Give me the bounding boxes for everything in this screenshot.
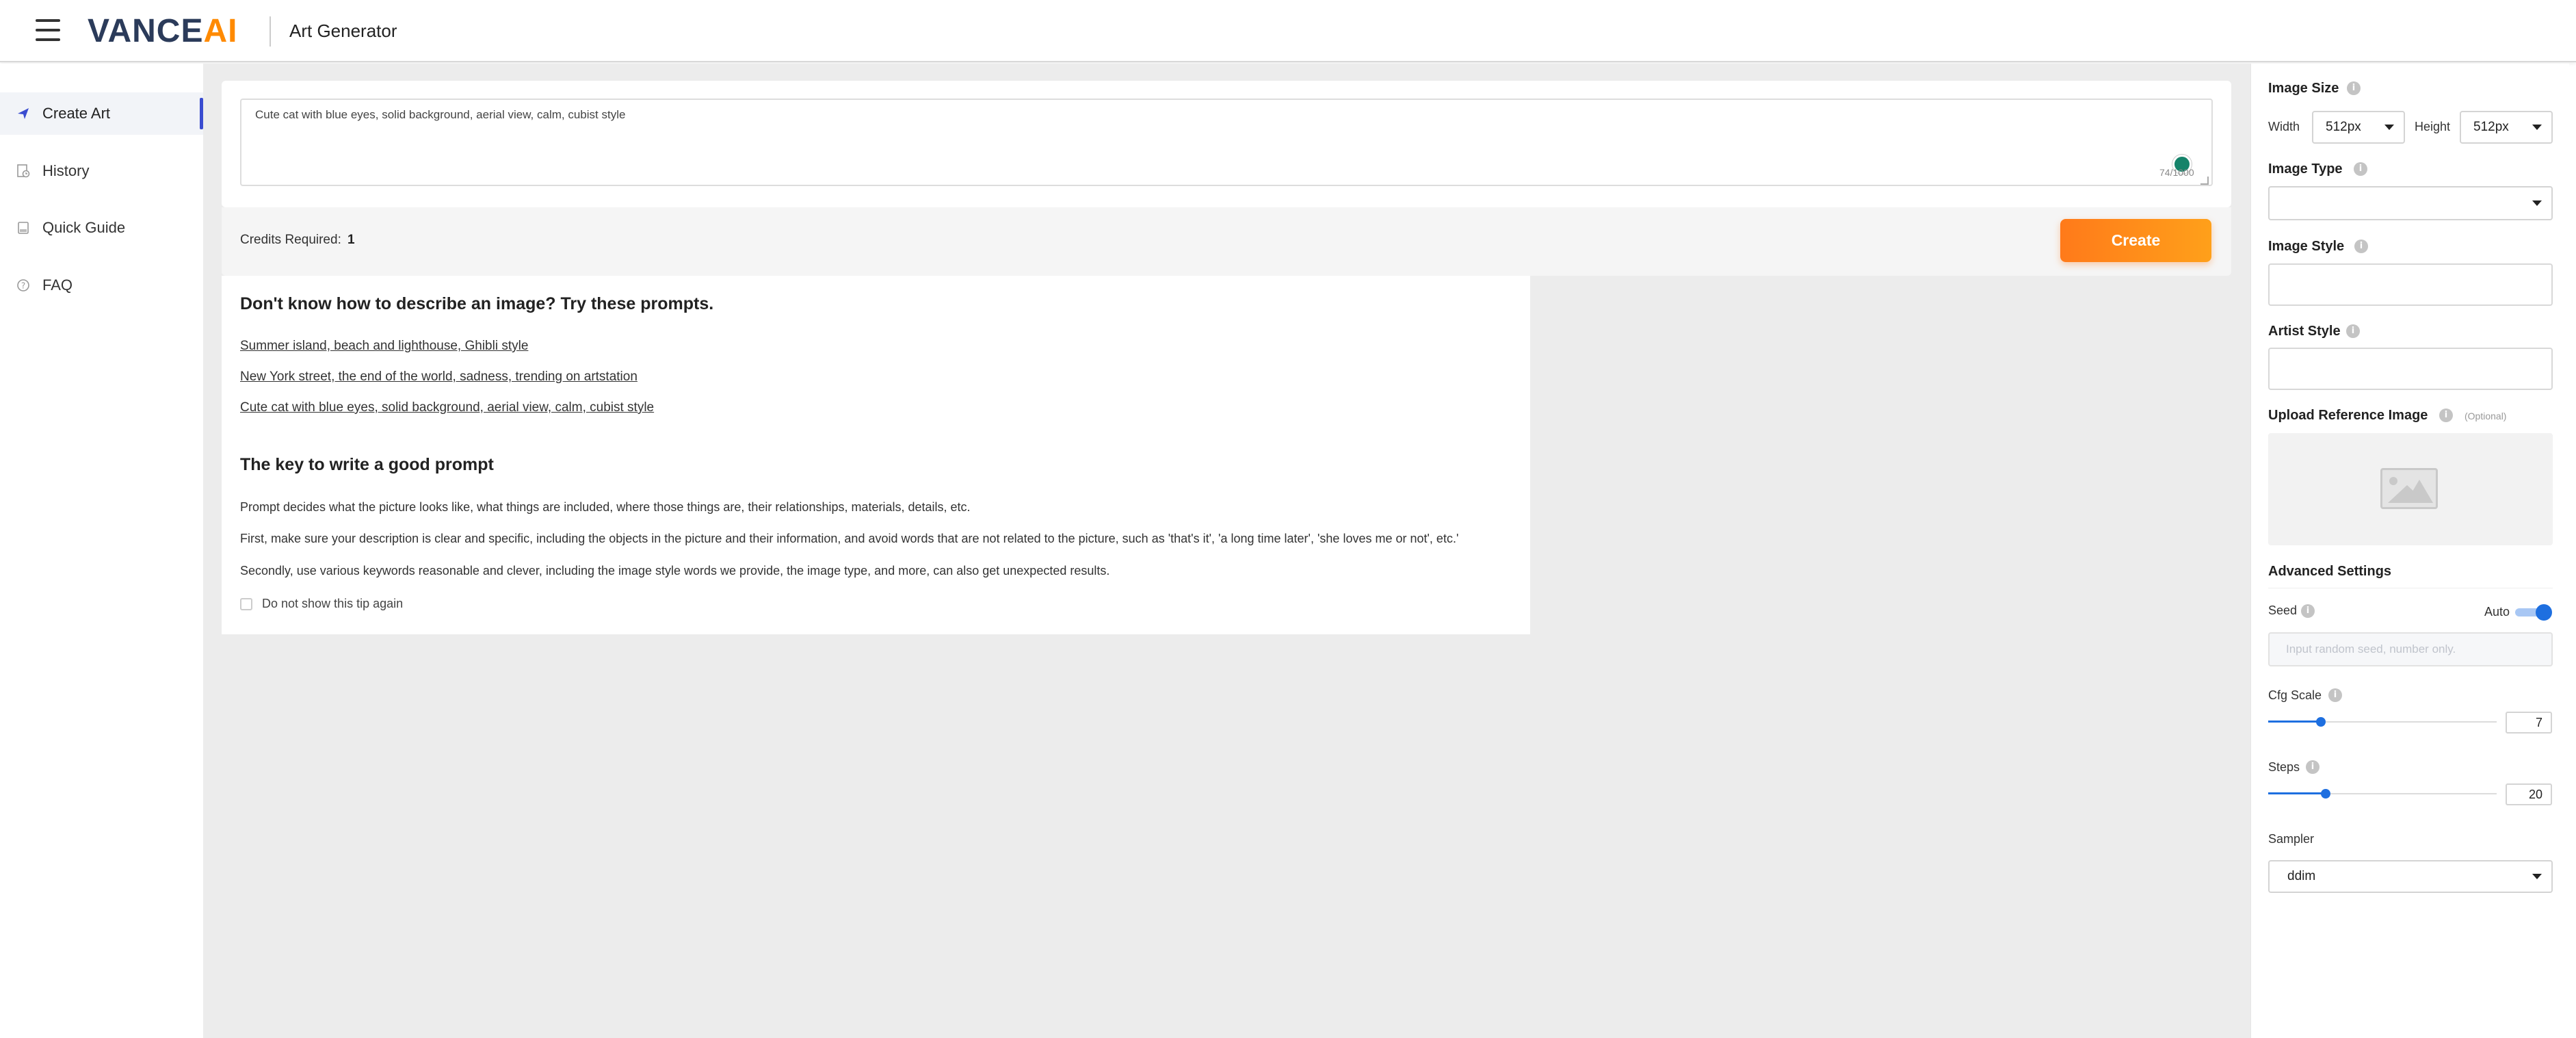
menu-icon[interactable] bbox=[36, 19, 60, 42]
credits-bar bbox=[222, 207, 2231, 276]
tips-paragraph: Prompt decides what the picture looks li… bbox=[240, 500, 971, 514]
info-icon[interactable]: i bbox=[2354, 162, 2367, 176]
artist-style-field[interactable] bbox=[2268, 348, 2553, 390]
tips-paragraph: Secondly, use various keywords reasonabl… bbox=[240, 564, 1110, 578]
sidebar-item-label: History bbox=[42, 162, 90, 179]
credits-label: Credits Required: bbox=[240, 233, 341, 247]
info-icon[interactable]: i bbox=[2439, 408, 2453, 422]
chevron-down-icon bbox=[2532, 125, 2542, 130]
image-placeholder-icon bbox=[2380, 468, 2438, 509]
example-prompt-link[interactable]: Cute cat with blue eyes, solid backgroun… bbox=[240, 400, 654, 415]
height-value: 512px bbox=[2473, 120, 2509, 134]
header-divider bbox=[270, 16, 271, 47]
height-label: Height bbox=[2415, 120, 2451, 133]
info-icon[interactable]: i bbox=[2301, 604, 2315, 618]
logo-main-text: VANCE bbox=[88, 13, 204, 49]
steps-slider[interactable] bbox=[2268, 786, 2497, 802]
image-style-label: Image Style bbox=[2268, 239, 2345, 254]
steps-label: Steps bbox=[2268, 760, 2300, 774]
image-type-select[interactable] bbox=[2268, 186, 2553, 220]
sidebar-item-quick-guide[interactable]: Quick Guide bbox=[0, 207, 203, 249]
sampler-value: ddim bbox=[2287, 869, 2316, 883]
seed-input[interactable] bbox=[2268, 632, 2553, 666]
dont-show-tip-checkbox[interactable] bbox=[240, 598, 252, 610]
sampler-select[interactable]: ddim bbox=[2268, 860, 2553, 893]
question-icon: ? bbox=[15, 277, 31, 294]
resize-handle[interactable] bbox=[2200, 177, 2209, 185]
slider-thumb[interactable] bbox=[2320, 789, 2330, 799]
chevron-down-icon bbox=[2532, 200, 2542, 206]
cfg-scale-slider[interactable] bbox=[2268, 714, 2497, 730]
image-type-label: Image Type bbox=[2268, 161, 2343, 177]
example-prompt-link[interactable]: Summer island, beach and lighthouse, Ghi… bbox=[240, 339, 528, 354]
char-count: 74/1000 bbox=[2159, 167, 2194, 178]
info-icon[interactable]: i bbox=[2354, 239, 2368, 253]
width-value: 512px bbox=[2326, 120, 2361, 134]
width-select[interactable]: 512px bbox=[2312, 111, 2405, 144]
sidebar-item-history[interactable]: History bbox=[0, 150, 203, 192]
image-size-label: Image Size bbox=[2268, 81, 2339, 96]
cfg-scale-input[interactable]: 7 bbox=[2506, 712, 2552, 734]
info-icon[interactable]: i bbox=[2347, 81, 2361, 95]
dont-show-tip-label: Do not show this tip again bbox=[262, 597, 404, 610]
sidebar-item-label: FAQ bbox=[42, 276, 73, 294]
height-select[interactable]: 512px bbox=[2460, 111, 2553, 144]
create-button[interactable]: Create bbox=[2060, 219, 2211, 262]
sampler-label: Sampler bbox=[2268, 832, 2315, 846]
upload-reference-label: Upload Reference Image bbox=[2268, 408, 2428, 423]
auto-label: Auto bbox=[2484, 605, 2510, 619]
seed-label: Seed bbox=[2268, 604, 2298, 617]
paper-plane-icon bbox=[15, 105, 31, 122]
cfg-scale-label: Cfg Scale bbox=[2268, 688, 2322, 702]
info-icon[interactable]: i bbox=[2328, 688, 2342, 702]
image-style-field[interactable] bbox=[2268, 263, 2553, 306]
chevron-down-icon bbox=[2532, 874, 2542, 879]
vanceai-logo[interactable]: VANCEAI bbox=[88, 14, 237, 49]
tips-heading: Don't know how to describe an image? Try… bbox=[240, 294, 714, 313]
tips-subheading: The key to write a good prompt bbox=[240, 455, 494, 474]
artist-style-label: Artist Style bbox=[2268, 324, 2341, 339]
history-icon bbox=[15, 163, 31, 179]
sidebar-item-create-art[interactable]: Create Art bbox=[0, 92, 203, 135]
sidebar-item-faq[interactable]: ? FAQ bbox=[0, 264, 203, 307]
chevron-down-icon bbox=[2384, 125, 2394, 130]
advanced-settings-label: Advanced Settings bbox=[2268, 564, 2392, 579]
svg-text:?: ? bbox=[21, 281, 25, 291]
seed-auto-toggle[interactable] bbox=[2515, 604, 2552, 621]
info-icon[interactable]: i bbox=[2306, 760, 2319, 774]
optional-label: (Optional) bbox=[2465, 411, 2507, 421]
app-header: VANCEAI Art Generator bbox=[0, 0, 2576, 62]
info-icon[interactable]: i bbox=[2346, 324, 2360, 338]
steps-input[interactable]: 20 bbox=[2506, 783, 2552, 805]
logo-accent-text: AI bbox=[203, 13, 238, 49]
tips-paragraph: First, make sure your description is cle… bbox=[240, 532, 1459, 545]
width-label: Width bbox=[2268, 120, 2300, 133]
sidebar-item-label: Create Art bbox=[42, 105, 111, 122]
credits-value: 1 bbox=[347, 233, 355, 247]
prompt-textarea[interactable]: Cute cat with blue eyes, solid backgroun… bbox=[240, 99, 2213, 186]
slider-thumb[interactable] bbox=[2315, 717, 2326, 727]
page-title: Art Generator bbox=[289, 21, 397, 41]
sidebar-item-label: Quick Guide bbox=[42, 219, 126, 236]
example-prompt-link[interactable]: New York street, the end of the world, s… bbox=[240, 369, 638, 385]
book-icon bbox=[15, 220, 31, 236]
